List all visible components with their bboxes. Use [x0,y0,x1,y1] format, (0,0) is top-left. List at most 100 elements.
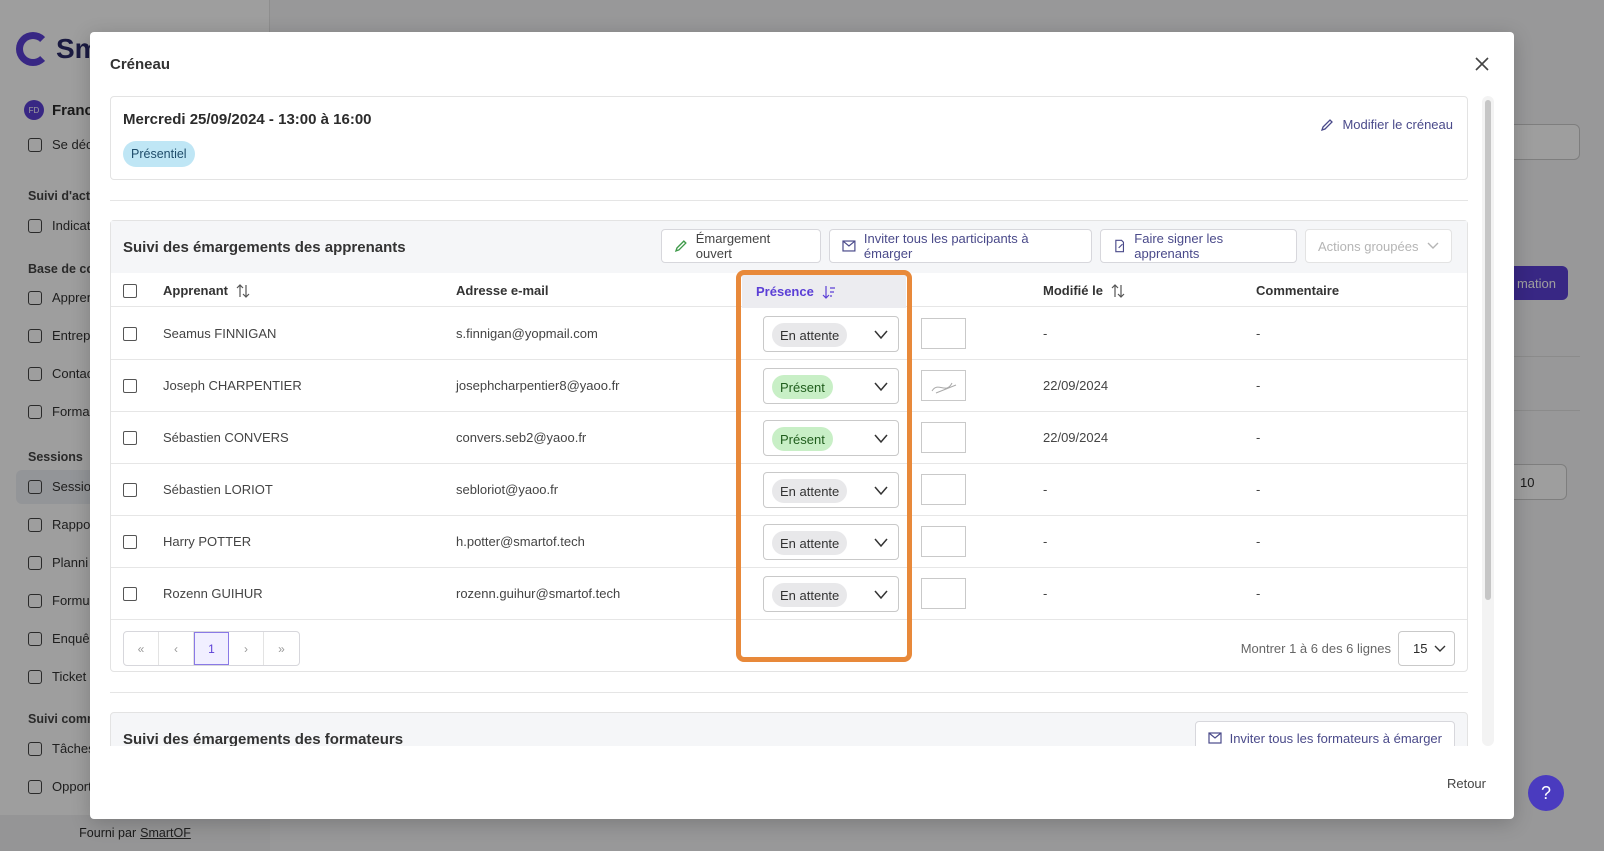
modified-date: - [1043,482,1048,497]
section-header: Suivi des émargements des apprenants Éma… [111,221,1467,273]
mode-badge: Présentiel [123,141,195,167]
modified-date: 22/09/2024 [1043,430,1109,445]
sort-icon [1111,283,1125,298]
invite-all-participants-button[interactable]: Inviter tous les participants à émarger [829,229,1092,263]
scroll-thumb[interactable] [1485,100,1491,600]
rows-per-page-select[interactable]: 15 [1398,631,1455,666]
column-label: Adresse e-mail [456,283,549,298]
learner-name: Joseph CHARPENTIER [163,378,302,393]
presence-select[interactable]: Présent [763,368,899,404]
table-row: Rozenn GUIHUR rozenn.guihur@smartof.tech E… [111,567,1467,620]
learner-email: sebloriot@yaoo.fr [456,482,559,497]
prev-page-button[interactable]: ‹ [159,632,194,665]
select-all-checkbox[interactable] [123,284,137,298]
presence-select[interactable]: En attente [763,524,899,560]
divider [110,692,1468,693]
comment: - [1256,586,1261,601]
presence-status-chip: Présent [772,375,833,399]
column-label: Commentaire [1256,283,1340,298]
section-title: Suivi des émargements des apprenants [123,239,406,256]
sign-icon [1115,239,1125,253]
rows-info: Montrer 1 à 6 des 6 lignes [1240,641,1391,656]
grouped-actions-dropdown[interactable]: Actions groupées [1305,229,1452,263]
chevron-down-icon [874,588,888,603]
column-email: Adresse e-mail [456,283,549,298]
edit-slot-button[interactable]: Modifier le créneau [1320,117,1453,132]
table-row: Sébastien LORIOT sebloriot@yaoo.fr En atte… [111,463,1467,516]
section-title: Suivi des émargements des formateurs [123,731,404,746]
comment: - [1256,378,1261,393]
edit-slot-label: Modifier le créneau [1342,117,1453,132]
presence-status-chip: En attente [772,531,848,555]
button-label: Émargement ouvert [695,231,771,261]
signature-box[interactable] [921,578,966,609]
row-checkbox[interactable] [123,587,137,601]
learner-email: josephcharpentier8@yaoo.fr [456,378,620,393]
column-label: Présence [756,284,814,299]
chevron-down-icon [874,328,888,343]
trainers-signature-section: Suivi des émargements des formateurs Inv… [110,712,1468,746]
column-modified[interactable]: Modifié le [1043,283,1125,298]
make-learners-sign-button[interactable]: Faire signer les apprenants [1100,229,1297,263]
presence-status-chip: En attente [772,323,848,347]
presence-status-chip: En attente [772,479,848,503]
help-button[interactable]: ? [1528,775,1564,811]
modified-date: - [1043,326,1048,341]
learner-name: Sébastien CONVERS [163,430,289,445]
column-label: Apprenant [163,283,228,298]
last-page-button[interactable]: » [264,632,299,665]
presence-select[interactable]: Présent [763,420,899,456]
signature-open-button[interactable]: Émargement ouvert [661,229,821,263]
table-row: Harry POTTER h.potter@smartof.tech En atte… [111,515,1467,568]
row-checkbox[interactable] [123,379,137,393]
presence-header-cell[interactable]: Présence [742,274,906,308]
presence-select[interactable]: En attente [763,576,899,612]
button-label: Actions groupées [1318,238,1419,254]
row-checkbox[interactable] [123,431,137,445]
column-learner[interactable]: Apprenant [163,283,250,298]
column-comment: Commentaire [1256,283,1339,298]
chevron-down-icon [874,432,888,447]
chevron-down-icon [874,484,888,499]
comment: - [1256,430,1261,445]
chevron-down-icon [874,380,888,395]
signature-box[interactable] [921,318,966,349]
pagination: « ‹ 1 › » [123,631,300,666]
learner-email: h.potter@smartof.tech [456,534,585,549]
row-checkbox[interactable] [123,483,137,497]
button-label: Faire signer les apprenants [1134,231,1224,261]
next-page-button[interactable]: › [229,632,264,665]
chevron-down-icon [874,536,888,551]
signature-box[interactable] [921,526,966,557]
modal-scrollbar[interactable] [1482,96,1494,746]
presence-select[interactable]: En attente [763,472,899,508]
modal-body[interactable]: Mercredi 25/09/2024 - 13:00 à 16:00 Prés… [110,96,1486,746]
modified-date: - [1043,586,1048,601]
chevron-down-icon [1427,242,1439,249]
learner-name: Sébastien LORIOT [163,482,273,497]
learner-email: convers.seb2@yaoo.fr [456,430,587,445]
mail-icon [1207,732,1222,744]
back-button[interactable]: Retour [1447,776,1486,791]
learner-email: rozenn.guihur@smartof.tech [456,586,621,601]
presence-select[interactable]: En attente [763,316,899,352]
row-checkbox[interactable] [123,327,137,341]
close-icon[interactable] [1470,52,1494,76]
mail-icon [842,240,856,252]
slot-modal: Créneau Mercredi 25/09/2024 - 13:00 à 16… [90,32,1514,819]
chevron-down-icon [1434,645,1446,652]
divider [110,200,1468,201]
signature-box[interactable] [921,422,966,453]
button-label: Inviter tous les participants à émarger [863,231,1029,261]
rows-per-page-value: 15 [1413,641,1428,656]
page-button-1[interactable]: 1 [194,632,229,665]
pencil-icon [1321,118,1334,131]
signature-box[interactable] [921,474,966,505]
slot-date: Mercredi 25/09/2024 - 13:00 à 16:00 [123,111,372,128]
invite-all-trainers-button[interactable]: Inviter tous les formateurs à émarger [1194,721,1455,746]
row-checkbox[interactable] [123,535,137,549]
signature-box[interactable] [921,370,966,401]
comment: - [1256,482,1261,497]
table-row: Sébastien CONVERS convers.seb2@yaoo.fr Pré… [111,411,1467,464]
first-page-button[interactable]: « [124,632,159,665]
